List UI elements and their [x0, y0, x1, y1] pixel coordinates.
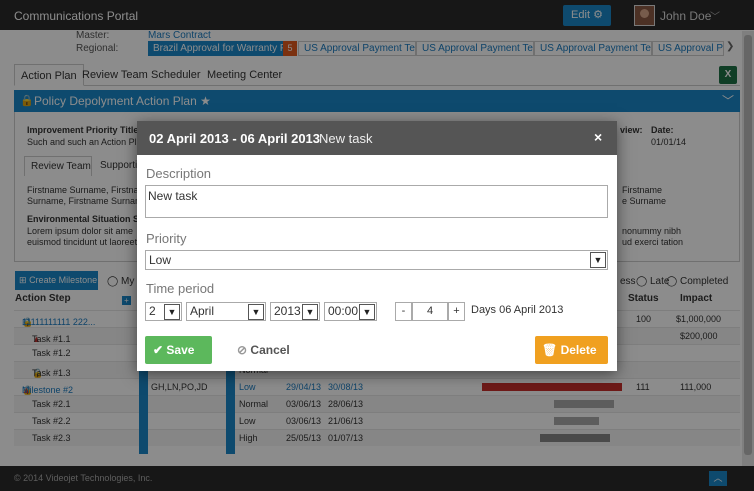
- delete-button[interactable]: 🗑 Delete: [535, 336, 608, 364]
- month-select[interactable]: April ▼: [186, 302, 266, 321]
- task-dialog: 02 April 2013 - 06 April 2013 New task ×…: [137, 121, 617, 371]
- priority-selected-value: Low: [149, 253, 172, 267]
- cancel-icon: ⊘: [237, 343, 248, 357]
- duration-input[interactable]: 4: [412, 302, 448, 321]
- time-period-label: Time period: [146, 281, 215, 296]
- priority-select[interactable]: Low ▼: [145, 250, 608, 270]
- check-icon: ✔: [153, 343, 164, 357]
- chevron-down-icon: ▼: [248, 304, 264, 320]
- time-select[interactable]: 00:00 ▼: [324, 302, 377, 321]
- year-select[interactable]: 2013 ▼: [270, 302, 320, 321]
- day-select[interactable]: 2 ▼: [145, 302, 182, 321]
- days-summary: Days 06 April 2013: [471, 304, 564, 316]
- cancel-button[interactable]: ⊘ Cancel: [237, 336, 317, 364]
- dialog-dates: 02 April 2013 - 06 April 2013: [149, 131, 321, 146]
- chevron-down-icon: ▼: [359, 304, 375, 320]
- chevron-down-icon[interactable]: ▼: [590, 252, 606, 268]
- increment-button[interactable]: +: [448, 302, 465, 321]
- dialog-task-name: New task: [319, 131, 373, 146]
- close-icon[interactable]: ×: [594, 129, 602, 145]
- trash-icon: 🗑: [542, 343, 558, 357]
- dialog-header: 02 April 2013 - 06 April 2013 New task ×: [137, 121, 617, 155]
- chevron-down-icon: ▼: [164, 304, 180, 320]
- priority-label: Priority: [146, 231, 187, 246]
- description-label: Description: [146, 166, 212, 181]
- chevron-down-icon: ▼: [302, 304, 318, 320]
- description-field[interactable]: New task: [145, 185, 608, 218]
- decrement-button[interactable]: -: [395, 302, 412, 321]
- save-button[interactable]: ✔ Save: [145, 336, 212, 364]
